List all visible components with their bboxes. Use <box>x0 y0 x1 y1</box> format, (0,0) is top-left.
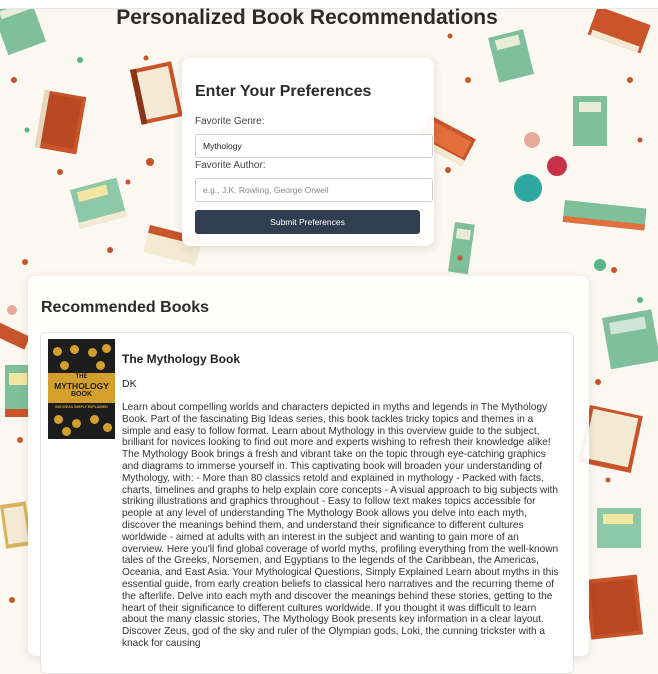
book-title: The Mythology Book <box>122 352 240 366</box>
book-card: THE MYTHOLOGY BOOK BIG IDEAS SIMPLY EXPL… <box>40 332 574 674</box>
submit-preferences-button[interactable]: Submit Preferences <box>195 210 420 234</box>
page-title: Personalized Book Recommendations <box>116 6 498 29</box>
recommendations-heading: Recommended Books <box>41 299 210 316</box>
book-illustration <box>585 574 643 640</box>
book-author: DK <box>122 378 137 390</box>
genre-input[interactable] <box>195 134 433 158</box>
book-illustration <box>597 508 641 548</box>
preferences-heading: Enter Your Preferences <box>195 83 372 100</box>
preferences-form: Enter Your Preferences Favorite Genre: F… <box>182 58 434 246</box>
author-input[interactable] <box>195 178 433 202</box>
book-description: Learn about compelling worlds and charac… <box>122 402 559 649</box>
genre-label: Favorite Genre: <box>195 116 265 127</box>
recommendations-panel: Recommended Books THE MYTHOLOGY BOOK BIG… <box>28 276 589 674</box>
book-cover-image: THE MYTHOLOGY BOOK BIG IDEAS SIMPLY EXPL… <box>48 339 115 439</box>
book-illustration <box>602 309 658 370</box>
book-illustration <box>573 96 607 146</box>
author-label: Favorite Author: <box>195 160 266 171</box>
